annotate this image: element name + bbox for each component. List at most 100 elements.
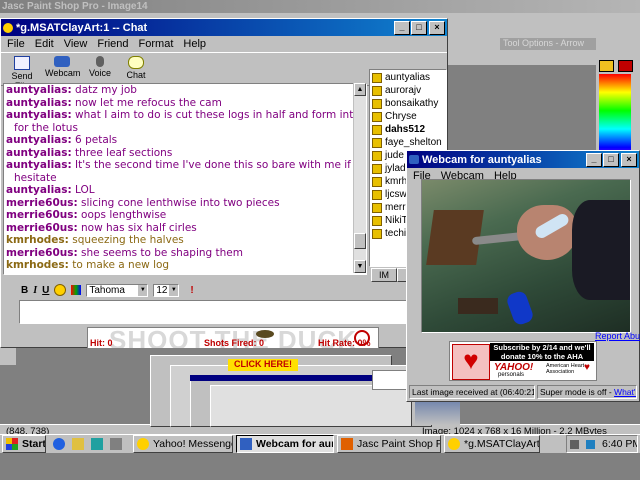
user-list-item[interactable]: aurorajv [372,84,446,97]
chat-message-text: what I aim to do is cut these logs in ha… [71,109,367,121]
user-name: NikiT [385,215,408,226]
outlook-icon[interactable] [72,438,84,450]
webcam-app-icon [409,155,419,164]
chat-app-icon [3,22,13,33]
tray-network-icon[interactable] [586,439,595,449]
chat-message-text: now let me refocus the cam [71,96,222,109]
chat-message-nick[interactable]: kmrhodes: [6,234,69,246]
chevron-down-icon: ▼ [169,284,179,296]
media-icon[interactable] [110,438,122,450]
desktop-icon[interactable] [91,438,103,450]
underline-button[interactable]: U [42,285,49,296]
chat-message: merrie60us: she seems to be shaping them [6,247,366,260]
microphone-icon [96,56,104,67]
italic-button[interactable]: I [33,285,37,296]
clock[interactable]: 6:40 PM [602,438,637,450]
taskbar-yahoo-messenger[interactable]: Yahoo! Messenger [133,435,233,453]
chat-message-nick[interactable]: merrie60us: [6,222,78,234]
tool-options-panel[interactable]: Tool Options - Arrow [500,38,596,50]
emoticon-icon[interactable] [54,284,67,296]
chat-message-text: 6 petals [71,134,118,146]
whats-this-link[interactable]: What's this? [614,387,636,397]
webcam-status-left: Last image received at (06:40:21 PM) [409,385,535,399]
chat-message-text: for the lotus [14,121,78,134]
chat-message: auntyalias: It's the second time I've do… [6,159,366,172]
close-button[interactable]: × [429,20,445,35]
chat-message-text: she seems to be shaping them [77,246,243,259]
font-name-select[interactable]: Tahoma ▼ [86,283,149,297]
chat-message-nick[interactable]: merrie60us: [6,209,78,221]
scroll-down-arrow[interactable]: ▼ [354,260,366,273]
chat-message-nick[interactable]: auntyalias: [6,84,72,96]
background-swatch[interactable] [618,60,633,72]
menu-friend[interactable]: Friend [97,38,128,50]
chat-message-nick[interactable]: merrie60us: [6,247,78,259]
chat-message-text: It's the second time I've done this so b… [71,159,358,171]
buzz-icon[interactable]: ! [190,285,193,296]
close-button[interactable]: × [621,152,637,167]
chat-message-text: squeezing the halves [68,234,184,246]
user-list-item[interactable]: auntyalias [372,71,446,84]
scroll-up-arrow[interactable]: ▲ [354,83,366,96]
im-button[interactable]: IM [371,268,397,282]
chat-message-nick[interactable]: auntyalias: [6,134,72,146]
color-picker-icon[interactable] [71,285,82,295]
duck-shots: Shots Fired: 0 [204,338,265,348]
foreground-swatch[interactable] [599,60,614,72]
psp-titlebar[interactable]: Jasc Paint Shop Pro - Image14 [0,0,640,13]
webcam-window: Webcam for auntyalias _ □ × File Webcam … [406,150,640,402]
chat-scrollbar[interactable]: ▲ ▼ [353,83,366,273]
yahoo-personals-ad[interactable]: ♥ Subscribe by 2/14 and we'll donate 10%… [449,341,597,381]
chat-message-nick[interactable]: auntyalias: [6,159,72,171]
maximize-button[interactable]: □ [603,152,619,167]
chat-message-nick[interactable]: auntyalias: [6,184,72,196]
user-list-item[interactable]: Chryse [372,110,446,123]
bold-button[interactable]: B [21,285,28,296]
user-list-item[interactable]: bonsaikathy [372,97,446,110]
menu-format[interactable]: Format [139,38,174,50]
chat-message-text: three leaf sections [71,146,173,159]
duck-ad-banner[interactable]: SHOOT THE DUCK Hit: 0 Shots Fired: 0 Hit… [87,327,379,349]
internet-explorer-icon[interactable] [53,438,65,450]
user-status-icon [372,228,382,239]
minimize-button[interactable]: _ [394,20,410,35]
user-status-icon [372,137,382,148]
chat-message-nick[interactable]: kmrhodes: [6,259,69,271]
scroll-thumb[interactable] [354,233,366,249]
maximize-button[interactable]: □ [411,20,427,35]
menu-file[interactable]: File [7,38,25,50]
chat-message-nick[interactable]: merrie60us: [6,197,78,209]
chat-message-nick[interactable]: auntyalias: [6,109,72,121]
user-list-item[interactable]: dahs512 [372,123,446,136]
font-size-select[interactable]: 12 ▼ [153,283,180,297]
message-input[interactable] [19,300,409,324]
chat-message-nick[interactable]: auntyalias: [6,97,72,109]
chat-button[interactable]: Chat [121,54,151,84]
menu-edit[interactable]: Edit [35,38,54,50]
chat-titlebar[interactable]: *g.MSATClayArt:1 -- Chat _ □ × [1,19,447,36]
chat-message-nick[interactable]: auntyalias: [6,147,72,159]
video-wood-piece [458,298,498,314]
voice-button[interactable]: Voice [85,54,115,84]
taskbar-webcam[interactable]: Webcam for aunt... [236,435,334,453]
webcam-titlebar[interactable]: Webcam for auntyalias _ □ × [407,151,639,168]
menu-view[interactable]: View [64,38,88,50]
user-status-icon [372,150,382,161]
duck-hit: Hit: 0 [90,338,113,348]
menu-help[interactable]: Help [183,38,206,50]
user-list-item[interactable]: faye_shelton [372,136,446,149]
chat-log[interactable]: auntyalias: datz my job auntyalias: now l… [3,83,367,275]
send-file-button[interactable]: Send File [5,54,39,91]
chat-message: kmrhodes: to make a new log [6,259,366,272]
start-button[interactable]: Start [2,435,46,453]
aha-logo: American Heart Association [546,363,585,375]
chat-message: auntyalias: now let me refocus the cam [6,97,366,110]
chat-message: merrie60us: slicing cone lenthwise into … [6,197,366,210]
minimize-button[interactable]: _ [586,152,602,167]
tray-volume-icon[interactable] [570,439,579,449]
taskbar-paint-shop-pro[interactable]: Jasc Paint Shop Pro -... [337,435,441,453]
taskbar-chat[interactable]: *g.MSATClayArt:1 -... [444,435,540,453]
report-abuse-link[interactable]: Report Abuse [595,331,640,341]
webcam-button[interactable]: Webcam [45,54,80,84]
user-status-icon [372,163,382,174]
